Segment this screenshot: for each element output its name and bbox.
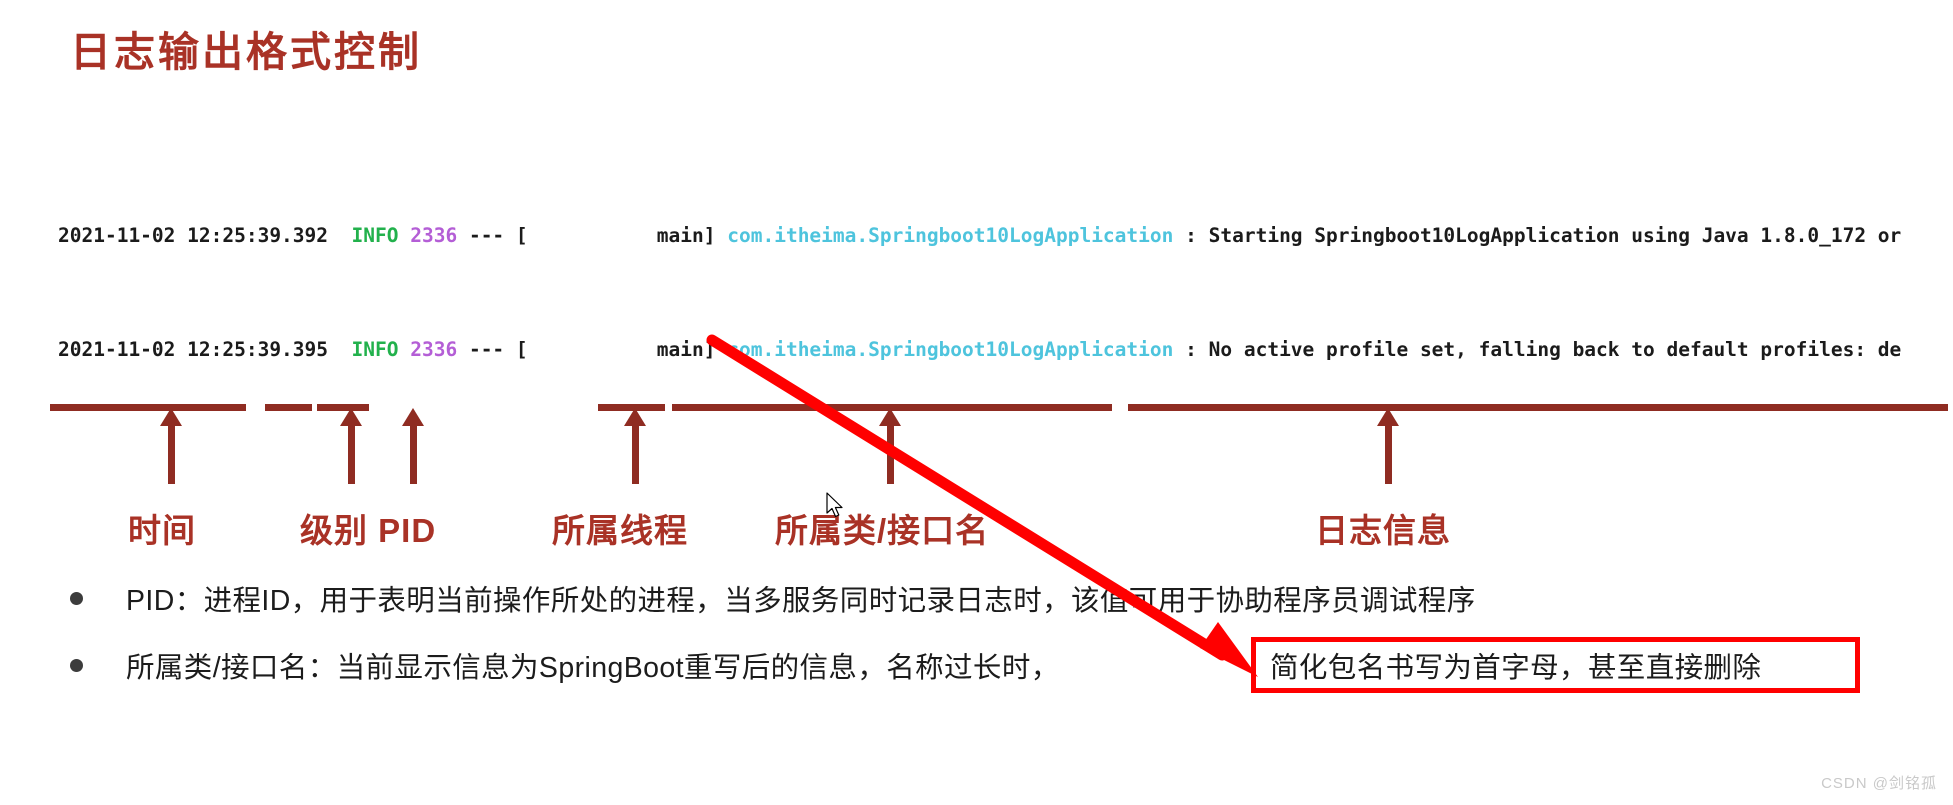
arrow-thread xyxy=(624,408,646,484)
watermark: CSDN @剑铭孤 xyxy=(1821,775,1937,792)
log-pid: 2336 xyxy=(410,223,458,247)
log-colon: : xyxy=(1185,223,1197,247)
log-gap xyxy=(1197,338,1209,361)
log-separator: --- [ xyxy=(468,338,528,362)
underline-bar-level xyxy=(265,404,312,411)
annotation-label-message: 日志信息 xyxy=(1315,512,1451,549)
log-logger: com.itheima.Springboot10LogApplication xyxy=(727,338,1174,362)
bullet-text: PID：进程ID，用于表明当前操作所处的进程，当多服务同时记录日志时，该值可用于… xyxy=(126,585,1476,617)
log-gap xyxy=(328,338,351,361)
log-thread: main] xyxy=(656,223,716,247)
log-gap xyxy=(457,338,469,361)
log-logger: com.itheima.Springboot10LogApplication xyxy=(727,223,1174,247)
page-title: 日志输出格式控制 xyxy=(70,29,422,75)
log-thread: main] xyxy=(656,338,716,362)
bullet-dot-icon xyxy=(70,659,83,672)
log-console: 2021-11-02 12:25:39.392 INFO 2336 --- [ … xyxy=(58,136,1953,388)
log-time: 2021-11-02 12:25:39.395 xyxy=(58,338,329,362)
log-gap xyxy=(398,224,410,247)
annotation-label-thread: 所属线程 xyxy=(552,512,688,549)
arrow-pid xyxy=(402,408,424,484)
mouse-cursor-icon xyxy=(826,492,843,518)
log-gap xyxy=(328,224,351,247)
log-separator: --- [ xyxy=(468,223,528,247)
log-gap xyxy=(1197,224,1209,247)
arrow-logger xyxy=(879,408,901,484)
bullet-dot-icon xyxy=(70,592,83,605)
log-gap xyxy=(1173,338,1185,361)
log-gap xyxy=(528,338,657,361)
log-pid: 2336 xyxy=(410,338,458,362)
bullet-item-logger: 所属类/接口名：当前显示信息为SpringBoot重写后的信息，名称过长时， xyxy=(70,645,1060,686)
log-colon: : xyxy=(1185,338,1197,362)
underline-bar-time xyxy=(50,404,246,411)
log-time: 2021-11-02 12:25:39.392 xyxy=(58,223,329,247)
log-gap xyxy=(457,224,469,247)
log-gap xyxy=(716,224,728,247)
callout-text: 简化包名书写为首字母，甚至直接删除 xyxy=(1270,651,1762,684)
arrow-message xyxy=(1377,408,1399,484)
annotation-label-logger: 所属类/接口名 xyxy=(775,512,990,549)
arrow-time xyxy=(160,408,182,484)
log-gap xyxy=(1173,224,1185,247)
callout-box: 简化包名书写为首字母，甚至直接删除 xyxy=(1251,637,1860,693)
annotation-label-time: 时间 xyxy=(128,512,196,549)
annotation-label-level-pid: 级别 PID xyxy=(300,512,437,549)
bullet-text: 所属类/接口名：当前显示信息为SpringBoot重写后的信息，名称过长时， xyxy=(126,652,1060,684)
log-gap xyxy=(398,338,410,361)
log-message: Starting Springboot10LogApplication usin… xyxy=(1208,223,1902,247)
underline-bar-message xyxy=(1128,404,1948,411)
bullet-item-pid: PID：进程ID，用于表明当前操作所处的进程，当多服务同时记录日志时，该值可用于… xyxy=(70,578,1476,619)
log-message: No active profile set, falling back to d… xyxy=(1208,338,1902,362)
log-gap xyxy=(528,224,657,247)
log-level: INFO xyxy=(351,338,399,362)
log-row: 2021-11-02 12:25:39.392 INFO 2336 --- [ … xyxy=(58,222,1953,251)
log-gap xyxy=(716,338,728,361)
log-row: 2021-11-02 12:25:39.395 INFO 2336 --- [ … xyxy=(58,336,1953,365)
arrow-level xyxy=(340,408,362,484)
log-level: INFO xyxy=(351,223,399,247)
